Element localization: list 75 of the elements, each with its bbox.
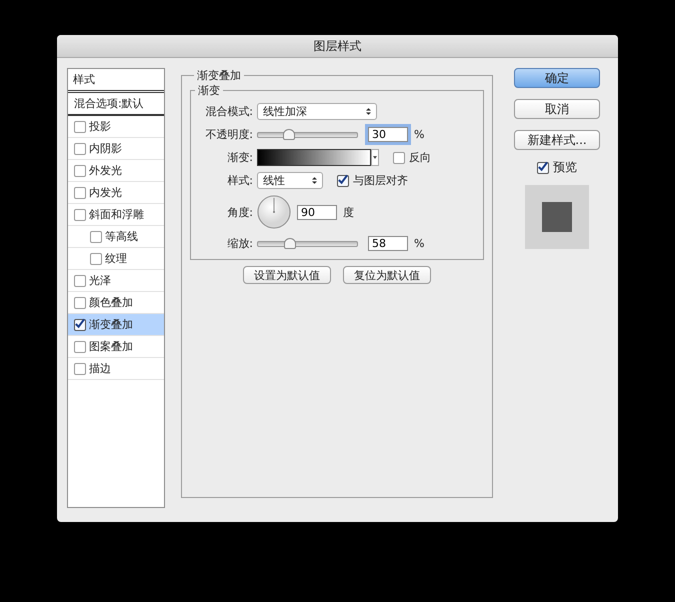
unit-label: % [414,237,424,250]
checkbox[interactable] [90,230,102,242]
checkbox[interactable] [74,142,86,154]
field-label: 渐变: [226,150,253,165]
preview-swatch [525,185,589,249]
checkbox[interactable] [337,174,349,186]
list-header: 样式 [68,69,164,93]
checkbox-label: 与图层对齐 [353,173,408,188]
field-label: 缩放: [226,236,253,251]
checkbox-label: 反向 [409,150,431,165]
item-label: 纹理 [105,251,127,266]
angle-dial[interactable] [257,195,291,229]
default-button[interactable]: 设置为默认值 [243,266,331,284]
item-label: 图案叠加 [89,339,133,354]
checkbox[interactable] [74,186,86,198]
style-list-item[interactable]: 光泽 [68,270,164,292]
checkbox[interactable] [74,318,86,330]
checkbox[interactable] [74,296,86,308]
checkbox[interactable] [393,152,405,164]
item-label: 描边 [89,361,111,376]
style-list-item[interactable]: 纹理 [68,248,164,270]
unit-label: % [414,128,424,141]
style-list-item[interactable]: 渐变叠加 [68,314,164,336]
field-label: 混合模式: [204,104,253,119]
item-label: 斜面和浮雕 [89,207,144,222]
item-label: 光泽 [89,273,111,288]
style-dropdown[interactable]: 线性 [257,172,323,189]
style-list-item[interactable]: 图案叠加 [68,336,164,358]
field-label: 不透明度: [204,127,253,142]
checkbox[interactable] [74,274,86,286]
checkbox[interactable] [74,164,86,176]
checkbox[interactable] [74,362,86,374]
unit-label: 度 [343,204,354,220]
dropdown-arrow-button[interactable] [371,149,379,166]
style-list-item[interactable]: 混合选项:默认 [68,93,164,116]
slider-thumb[interactable] [284,238,296,248]
style-list-item[interactable]: 外发光 [68,160,164,182]
style-list-item[interactable]: 等高线 [68,226,164,248]
blend-mode-dropdown[interactable]: 线性加深 [257,103,377,120]
group-title: 渐变 [197,83,221,98]
scale-input[interactable]: 58 [368,236,408,251]
checkbox[interactable] [90,252,102,264]
style-list-item[interactable]: 描边 [68,358,164,380]
item-label: 渐变叠加 [89,317,133,332]
group-title: 渐变叠加 [196,68,242,83]
item-label: 外发光 [89,163,122,178]
style-list-item[interactable]: 斜面和浮雕 [68,204,164,226]
style-list-item[interactable]: 投影 [68,116,164,138]
style-list-item[interactable]: 内发光 [68,182,164,204]
checkbox[interactable] [74,208,86,220]
item-label: 颜色叠加 [89,295,133,310]
stepper-icon [366,107,371,116]
field-label: 样式: [226,173,253,188]
stepper-icon [312,176,317,185]
checkbox[interactable] [537,162,549,174]
item-label: 等高线 [105,229,138,244]
caret-icon [373,156,377,159]
window-title: 图层样式 [314,38,362,54]
dialog-button[interactable]: 新建样式... [514,130,600,150]
opacity-input[interactable]: 30 [368,127,408,142]
checkbox-label: 预览 [553,159,577,176]
checkbox[interactable] [74,120,86,132]
angle-input[interactable]: 90 [297,204,337,220]
ok-button[interactable]: 确定 [514,68,600,88]
item-label: 内发光 [89,185,122,200]
item-label: 内阴影 [89,141,122,156]
dialog-button[interactable]: 取消 [514,99,600,119]
field-label: 角度: [226,204,253,220]
slider-thumb[interactable] [282,128,295,140]
checkbox[interactable] [74,340,86,352]
default-button[interactable]: 复位为默认值 [343,266,431,284]
item-label: 混合选项:默认 [74,96,144,111]
item-label: 投影 [89,119,111,134]
style-list-item[interactable]: 内阴影 [68,138,164,160]
gradient-swatch[interactable] [257,149,371,166]
